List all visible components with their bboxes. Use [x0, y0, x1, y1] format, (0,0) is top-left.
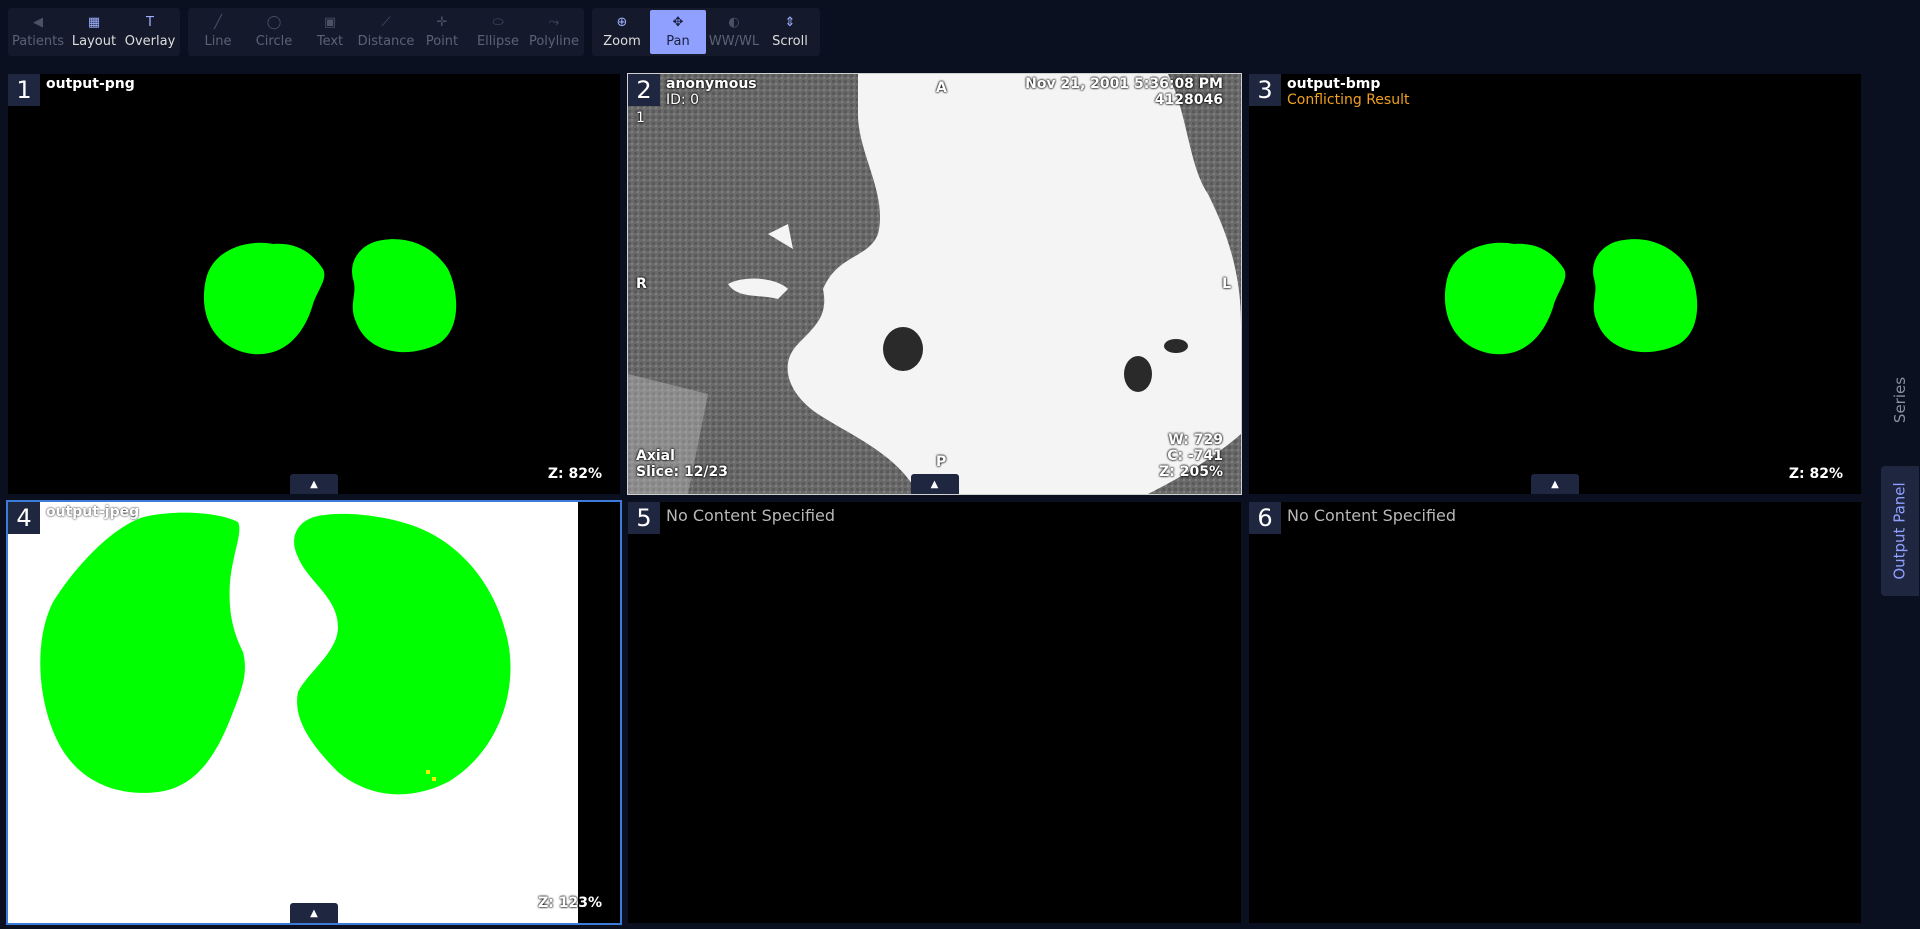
- series-tab[interactable]: Series: [1881, 360, 1919, 440]
- tool-label: Circle: [255, 33, 293, 49]
- conflict-warning: Conflicting Result: [1287, 92, 1410, 108]
- patients-button[interactable]: ◀ Patients: [10, 10, 66, 54]
- point-button[interactable]: ✛ Point: [414, 10, 470, 54]
- scroll-icon: ⇕: [784, 14, 796, 30]
- expand-up-button[interactable]: ▲: [910, 474, 959, 494]
- text-button[interactable]: ▣ Text: [302, 10, 358, 54]
- zoom-icon: ⊕: [616, 14, 628, 30]
- patient-name: anonymous: [666, 76, 757, 92]
- empty-viewport-message: No Content Specified: [1287, 506, 1457, 525]
- zoom-button[interactable]: ⊕ Zoom: [594, 10, 650, 54]
- zoom-label: Z: 123%: [538, 895, 602, 911]
- window-width: W: 729: [1168, 432, 1223, 448]
- text-overlay-icon: T: [146, 14, 154, 30]
- viewport-6[interactable]: 6 No Content Specified: [1249, 502, 1861, 923]
- zoom-label: Z: 205%: [1159, 464, 1223, 480]
- viewport-number: 4: [8, 502, 40, 534]
- toolbar-group: ╱ Line ◯ Circle ▣ Text ⟋ Distance ✛ Point ⬭ Ellipse…: [188, 8, 584, 56]
- crosshair-icon: ✛: [436, 14, 448, 30]
- tool-label: Point: [425, 33, 459, 49]
- output-panel-tab-label: Output Panel: [1891, 482, 1909, 580]
- contrast-icon: ◐: [728, 14, 740, 30]
- plane-label: Axial: [636, 448, 675, 464]
- viewport-4[interactable]: 4 output-jpeg Z: 123% ▲: [6, 500, 622, 925]
- tool-label: Distance: [357, 33, 415, 49]
- expand-up-button[interactable]: ▲: [1531, 474, 1579, 494]
- expand-up-button[interactable]: ▲: [290, 474, 338, 494]
- empty-viewport-message: No Content Specified: [666, 506, 836, 525]
- viewport-title: output-png: [46, 76, 135, 92]
- tool-label: Pan: [666, 33, 690, 49]
- viewport-number: 2: [628, 74, 660, 106]
- window-center: C: -741: [1167, 448, 1223, 464]
- slice-label: Slice: 12/23: [636, 464, 729, 480]
- output-panel-tab[interactable]: Output Panel: [1881, 466, 1919, 596]
- tool-label: Scroll: [772, 33, 808, 49]
- ct-scan-image: [628, 74, 1241, 494]
- ellipse-button[interactable]: ⬭ Ellipse: [470, 10, 526, 54]
- toolbar: ◀ Patients ▦ Layout T Overlay ╱ Line ◯ Circle ▣ Tex…: [8, 8, 820, 56]
- line-button[interactable]: ╱ Line: [190, 10, 246, 54]
- viewport-5[interactable]: 5 No Content Specified: [628, 502, 1241, 923]
- series-tab-label: Series: [1891, 376, 1910, 424]
- viewport-2[interactable]: 2 anonymous ID: 0 1 Nov 21, 2001 5:36:08…: [627, 73, 1242, 495]
- orientation-right: L: [1222, 276, 1231, 292]
- chevron-left-icon: ◀: [33, 14, 43, 30]
- viewport-number: 5: [628, 502, 660, 534]
- orientation-left: R: [636, 276, 647, 292]
- viewport-grid: 1 output-png Z: 82% ▲ 2 anonymous ID: 0 …: [6, 73, 1861, 925]
- distance-button[interactable]: ⟋ Distance: [357, 10, 415, 54]
- tool-label: Overlay: [124, 33, 176, 49]
- viewport-number: 6: [1249, 502, 1281, 534]
- tool-label: Zoom: [603, 33, 641, 49]
- toolbar-group: ◀ Patients ▦ Layout T Overlay: [8, 8, 180, 56]
- polyline-icon: ⤳: [548, 14, 560, 30]
- series-number: 1: [636, 110, 645, 126]
- accession-number: 4128046: [1154, 92, 1223, 108]
- viewport-title: output-jpeg: [46, 504, 140, 520]
- zoom-label: Z: 82%: [547, 466, 602, 482]
- viewport-number: 3: [1249, 74, 1281, 106]
- text-box-icon: ▣: [323, 14, 337, 30]
- viewport-title: output-bmp: [1287, 76, 1381, 92]
- lung-mask-image: [203, 239, 457, 355]
- patient-id: ID: 0: [666, 92, 699, 108]
- ellipse-icon: ⬭: [492, 14, 504, 30]
- tool-label: Text: [316, 33, 344, 49]
- pan-icon: ✥: [672, 14, 684, 30]
- side-panel: Series Output Panel: [1879, 0, 1920, 929]
- tool-label: Line: [204, 33, 232, 49]
- viewport-1[interactable]: 1 output-png Z: 82% ▲: [8, 74, 620, 494]
- study-date: Nov 21, 2001 5:36:08 PM: [1025, 76, 1223, 92]
- layout-grid-icon: ▦: [87, 14, 101, 30]
- tool-label: Polyline: [528, 33, 580, 49]
- tool-label: Layout: [71, 33, 117, 49]
- tool-label: WW/WL: [708, 33, 760, 49]
- orientation-bottom: P: [936, 454, 947, 470]
- zoom-label: Z: 82%: [1788, 466, 1843, 482]
- toolbar-group: ⊕ Zoom ✥ Pan ◐ WW/WL ⇕ Scroll: [592, 8, 820, 56]
- viewport-number: 1: [8, 74, 40, 106]
- polyline-button[interactable]: ⤳ Polyline: [526, 10, 582, 54]
- pan-button[interactable]: ✥ Pan: [650, 10, 706, 54]
- ruler-icon: ⟋: [381, 14, 391, 30]
- ww-wl-button[interactable]: ◐ WW/WL: [706, 10, 762, 54]
- orientation-top: A: [936, 80, 947, 96]
- layout-button[interactable]: ▦ Layout: [66, 10, 122, 54]
- viewport-3[interactable]: 3 output-bmp Conflicting Result Z: 82% ▲: [1249, 74, 1861, 494]
- circle-button[interactable]: ◯ Circle: [246, 10, 302, 54]
- expand-up-button[interactable]: ▲: [290, 903, 338, 923]
- line-icon: ╱: [214, 14, 222, 30]
- tool-label: Ellipse: [476, 33, 520, 49]
- lung-mask-image: [8, 502, 578, 923]
- overlay-button[interactable]: T Overlay: [122, 10, 178, 54]
- circle-icon: ◯: [266, 14, 282, 30]
- lung-mask-image: [1444, 239, 1698, 355]
- scroll-button[interactable]: ⇕ Scroll: [762, 10, 818, 54]
- tool-label: Patients: [11, 33, 65, 49]
